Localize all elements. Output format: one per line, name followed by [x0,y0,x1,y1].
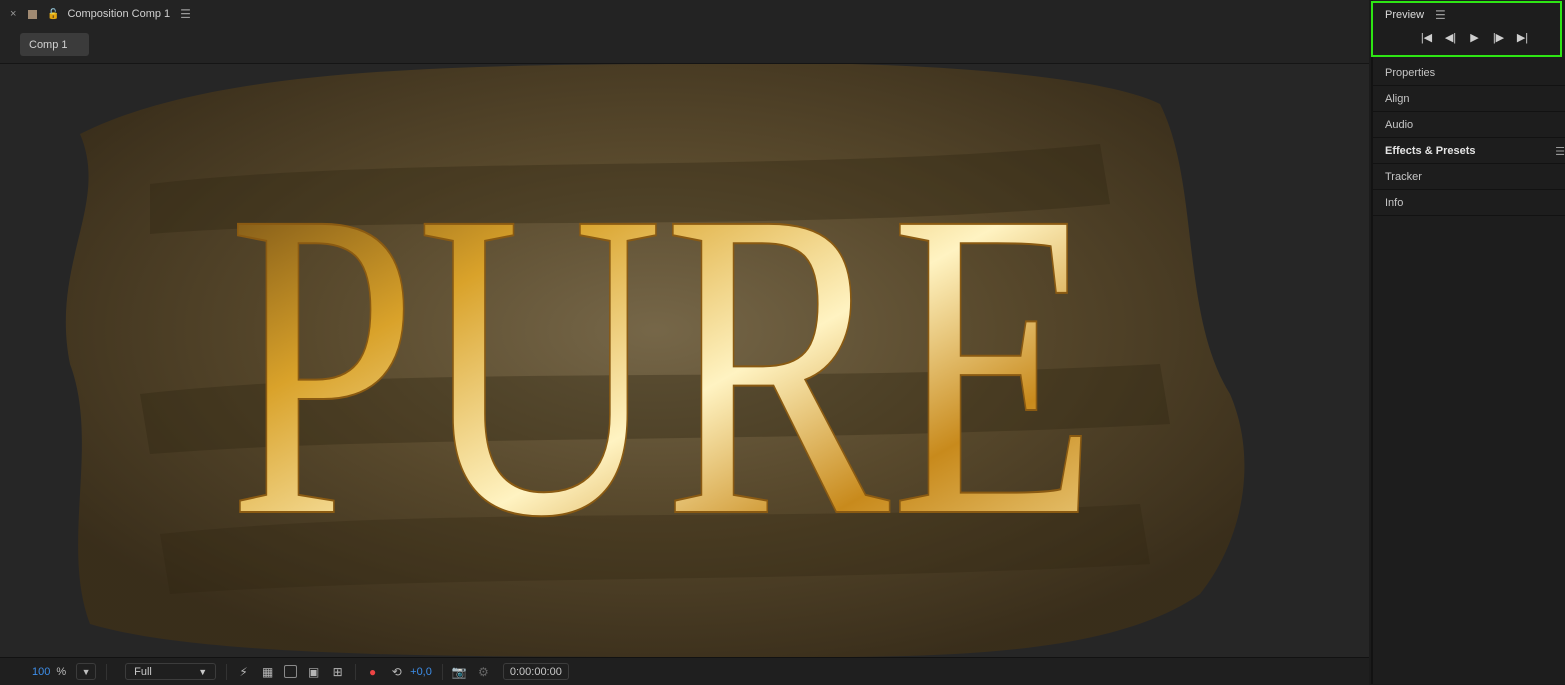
previous-frame-icon[interactable]: ◀| [1444,31,1457,44]
panel-title: Composition Comp 1 [67,8,171,20]
preview-panel-title[interactable]: Preview [1385,9,1424,21]
panel-menu-icon[interactable]: ☰ [180,7,191,21]
color-channels-icon[interactable]: ● [365,664,380,679]
next-frame-icon[interactable]: |▶ [1492,31,1505,44]
composition-tab-bar: Comp 1 [0,28,1369,64]
region-of-interest-icon[interactable]: ▣ [306,664,321,679]
chevron-down-icon: ▼ [198,666,208,677]
pure-text-layer: PURE [228,121,1098,608]
preview-transport-controls: |◀ ◀| ▶ |▶ ▶| [1420,31,1529,44]
toolbar-divider [226,663,228,680]
magnification-value[interactable]: 100 [32,666,50,678]
close-icon[interactable]: × [10,8,22,20]
preview-panel: Preview ☰ |◀ ◀| ▶ |▶ ▶| [1371,1,1562,57]
viewer-toolbar: 100 % ▼ Full ▼ ⚡ ▦ ▣ ⊞ ● ⟲ +0,0 📷 ⚙ 0:00… [0,657,1369,685]
mask-visibility-icon[interactable] [284,665,298,678]
last-frame-icon[interactable]: ▶| [1516,31,1529,44]
toolbar-divider [441,663,443,680]
composition-canvas: PURE [0,64,1369,657]
chevron-down-icon: ▼ [81,666,91,677]
toolbar-divider [106,663,108,680]
show-snapshot-icon[interactable]: ⚙ [476,664,491,679]
composition-panel-header: × 🔓 Composition Comp 1 ☰ [0,0,1369,28]
reset-exposure-icon[interactable]: ⟲ [389,664,404,679]
panel-tab-label: Align [1385,93,1410,105]
grid-guides-icon[interactable]: ⊞ [330,664,345,679]
panel-tab-label: Info [1385,197,1404,209]
resolution-dropdown[interactable]: Full ▼ [125,663,217,680]
align-panel-tab[interactable]: Align [1373,87,1565,112]
comp-1-tab[interactable]: Comp 1 [20,33,89,56]
resolution-value: Full [134,665,152,678]
tracker-panel-tab[interactable]: Tracker [1373,165,1565,190]
magnification-dropdown[interactable]: ▼ [76,663,97,680]
current-time-display[interactable]: 0:00:00:00 [502,663,569,680]
preview-menu-icon[interactable]: ☰ [1435,8,1446,22]
lock-icon[interactable]: 🔓 [47,9,59,20]
panel-menu-icon[interactable]: ☰ [1555,145,1565,158]
transparency-grid-icon[interactable]: ▦ [260,664,275,679]
toolbar-divider [355,663,357,680]
snapshot-camera-icon[interactable]: 📷 [452,664,467,679]
audio-panel-tab[interactable]: Audio [1373,113,1565,138]
magnification-unit: % [56,665,67,678]
panel-tab-label: Audio [1385,119,1414,131]
play-icon[interactable]: ▶ [1468,31,1481,44]
first-frame-icon[interactable]: |◀ [1420,31,1433,44]
fast-previews-icon[interactable]: ⚡ [236,664,251,679]
composition-viewer[interactable]: PURE [0,64,1369,657]
properties-panel-tab[interactable]: Properties [1373,61,1565,86]
panel-tab-label: Tracker [1385,171,1422,183]
exposure-value[interactable]: +0,0 [410,666,432,678]
info-panel-tab[interactable]: Info [1373,191,1565,216]
label-color-swatch[interactable] [28,9,37,19]
effects-presets-panel-tab[interactable]: Effects & Presets ☰ [1373,139,1565,164]
panel-tab-label: Properties [1385,67,1436,79]
composition-panel: × 🔓 Composition Comp 1 ☰ Comp 1 PURE 100… [0,0,1369,685]
panel-tab-label: Effects & Presets [1385,145,1476,157]
